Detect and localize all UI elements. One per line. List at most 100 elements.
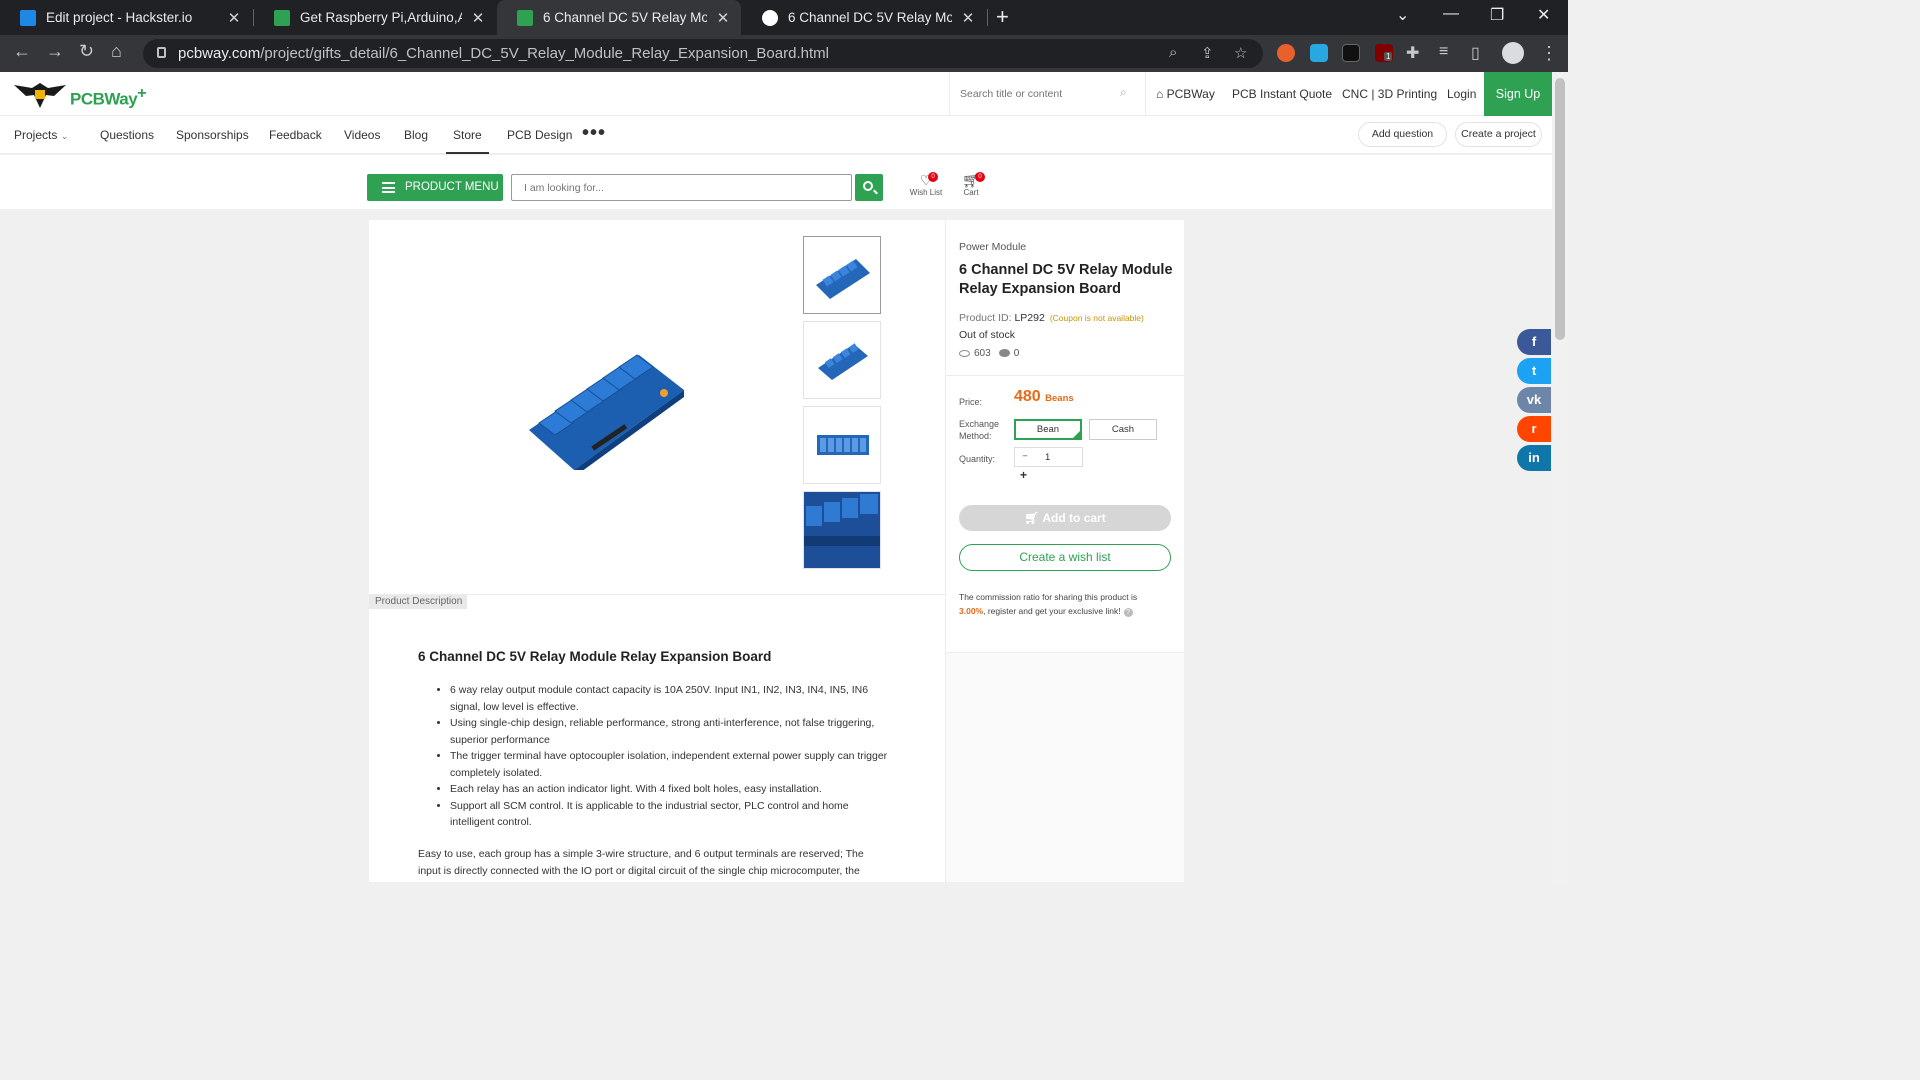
pcbway-logo-icon[interactable] [14, 82, 66, 108]
add-question-button[interactable]: Add question [1358, 122, 1447, 147]
quantity-input[interactable]: 1 [1045, 452, 1050, 463]
pcbway-logo-text[interactable]: PCBWay+ [70, 85, 147, 110]
tab-product-description[interactable]: Product Description [369, 595, 467, 609]
new-tab-icon[interactable]: + [996, 4, 1009, 30]
twitter-share-icon[interactable]: t [1517, 358, 1551, 384]
description-paragraph: Easy to use, each group has a simple 3-w… [418, 848, 864, 877]
nav-item-blog[interactable]: Blog [404, 128, 428, 142]
share-icon[interactable]: ⇪ [1201, 44, 1214, 62]
vk-share-icon[interactable]: vk [1517, 387, 1551, 413]
add-to-cart-button[interactable]: 🛒︎ Add to cart [959, 505, 1171, 531]
nav-item-store[interactable]: Store [446, 128, 489, 154]
scrollbar-thumb[interactable] [1555, 78, 1565, 340]
sign-up-button[interactable]: Sign Up [1484, 72, 1552, 116]
product-thumbnail[interactable] [803, 406, 881, 484]
nav-item-questions[interactable]: Questions [100, 128, 154, 142]
google-favicon-icon [762, 9, 778, 26]
url-domain: pcbway.com [178, 45, 261, 62]
exchange-option-bean[interactable]: Bean [1014, 419, 1082, 440]
extension-terminal-icon[interactable] [1342, 44, 1360, 62]
relay-board-thumbnail-image [818, 343, 868, 380]
cart-link[interactable]: 🛒︎ 0 Cart [951, 172, 991, 197]
product-title: 6 Channel DC 5V Relay Module Relay Expan… [959, 262, 1173, 297]
extension-badge: 1 [1384, 52, 1393, 61]
product-menu-button[interactable]: PRODUCT MENU [367, 174, 503, 201]
product-thumbnail[interactable] [803, 321, 881, 399]
product-id-label: Product ID: [959, 312, 1012, 324]
zoom-search-icon[interactable]: ⌕ [1169, 44, 1177, 61]
menu-icon [382, 182, 395, 193]
header-link-pcbway[interactable]: ⌂ PCBWay [1156, 87, 1215, 101]
list-item: Support all SCM control. It is applicabl… [450, 798, 890, 831]
product-stats: 603 0 [959, 348, 1019, 359]
linkedin-share-icon[interactable]: in [1517, 445, 1551, 471]
create-project-button[interactable]: Create a project [1455, 122, 1542, 147]
close-icon[interactable]: ✕ [960, 9, 976, 27]
commission-note: The commission ratio for sharing this pr… [959, 590, 1159, 618]
extensions-puzzle-icon[interactable]: ✚ [1406, 43, 1419, 63]
reload-icon[interactable]: ↻ [79, 41, 94, 62]
facebook-share-icon[interactable]: f [1517, 329, 1551, 355]
close-icon[interactable]: ✕ [226, 9, 242, 27]
minimize-icon[interactable]: — [1443, 5, 1459, 23]
cart-count-badge: 0 [975, 172, 985, 182]
reddit-share-icon[interactable]: r [1517, 416, 1551, 442]
restore-icon[interactable]: ❐ [1490, 5, 1504, 25]
quantity-stepper: − 1 + [1014, 447, 1083, 482]
heart-icon: ♡ [919, 172, 933, 188]
nav-item-videos[interactable]: Videos [344, 128, 380, 142]
back-icon[interactable]: ← [13, 41, 31, 62]
extension-honey-icon[interactable] [1277, 44, 1295, 62]
product-category[interactable]: Power Module [959, 241, 1026, 253]
extension-ublock-icon[interactable]: 1 [1375, 44, 1393, 62]
media-control-icon[interactable]: ≡ [1439, 43, 1448, 61]
view-count: 603 [974, 348, 991, 359]
product-thumbnail[interactable] [803, 491, 881, 569]
tab-search-chevron-icon[interactable]: ⌄ [1396, 5, 1409, 25]
forward-icon[interactable]: → [46, 41, 64, 62]
nav-item-sponsorships[interactable]: Sponsorships [176, 128, 249, 142]
browser-menu-icon[interactable]: ⋮ [1540, 43, 1558, 64]
browser-tab-relay-google[interactable]: 6 Channel DC 5V Relay Module - ✕ [742, 0, 986, 35]
help-icon[interactable]: ? [1123, 608, 1133, 617]
login-link[interactable]: Login [1447, 87, 1476, 101]
store-search-button[interactable] [855, 174, 883, 201]
comment-count: 0 [1013, 348, 1020, 359]
nav-item-pcb-design[interactable]: PCB Design [507, 128, 572, 142]
url-text[interactable]: pcbway.com/project/gifts_detail/6_Channe… [178, 45, 829, 62]
profile-avatar-icon[interactable] [1502, 42, 1524, 64]
store-search-input[interactable] [512, 175, 851, 200]
search-icon[interactable]: ⌕ [1120, 85, 1127, 100]
browser-tab-relay-active[interactable]: 6 Channel DC 5V Relay Module R ✕ [497, 0, 741, 35]
close-icon[interactable]: ✕ [470, 9, 486, 27]
nav-item-label: Projects [14, 128, 58, 142]
exchange-option-cash[interactable]: Cash [1089, 419, 1157, 440]
browser-tab-hackster[interactable]: Edit project - Hackster.io ✕ [0, 0, 252, 35]
browser-tab-pcbway-store[interactable]: Get Raspberry Pi,Arduino,Adafruit ✕ [254, 0, 496, 35]
url-omnibox[interactable]: pcbway.com/project/gifts_detail/6_Channe… [143, 39, 1263, 68]
extension-screenshot-icon[interactable] [1310, 44, 1328, 62]
close-icon[interactable]: ✕ [715, 9, 731, 27]
nav-item-feedback[interactable]: Feedback [269, 128, 322, 142]
exchange-method-label: Exchange Method: [959, 418, 999, 442]
list-item: Using single-chip design, reliable perfo… [450, 715, 890, 748]
header-search-input[interactable] [960, 84, 1120, 104]
header-link-pcb-instant-quote[interactable]: PCB Instant Quote [1232, 87, 1332, 101]
side-panel-icon[interactable]: ▯ [1471, 43, 1480, 63]
page-scrollbar[interactable] [1552, 72, 1568, 882]
wish-list-link[interactable]: ♡ 0 Wish List [906, 172, 946, 197]
home-icon[interactable]: ⌂ [111, 41, 122, 62]
exchange-label-line2: Method: [959, 431, 992, 441]
create-wish-list-button[interactable]: Create a wish list [959, 544, 1171, 571]
nav-item-projects[interactable]: Projects ⌄ [14, 128, 68, 142]
quantity-decrease-button[interactable]: − [1015, 448, 1035, 466]
section-divider [946, 375, 1184, 376]
quantity-increase-button[interactable]: + [1020, 468, 1027, 482]
product-main-image[interactable] [529, 345, 689, 470]
header-link-cnc-3d-printing[interactable]: CNC | 3D Printing [1342, 87, 1437, 101]
window-close-icon[interactable]: ✕ [1537, 5, 1550, 25]
product-thumbnail[interactable] [803, 236, 881, 314]
more-menu-icon[interactable]: ••• [582, 122, 606, 145]
bookmark-star-icon[interactable]: ☆ [1234, 44, 1247, 62]
price-label: Price: [959, 397, 983, 407]
